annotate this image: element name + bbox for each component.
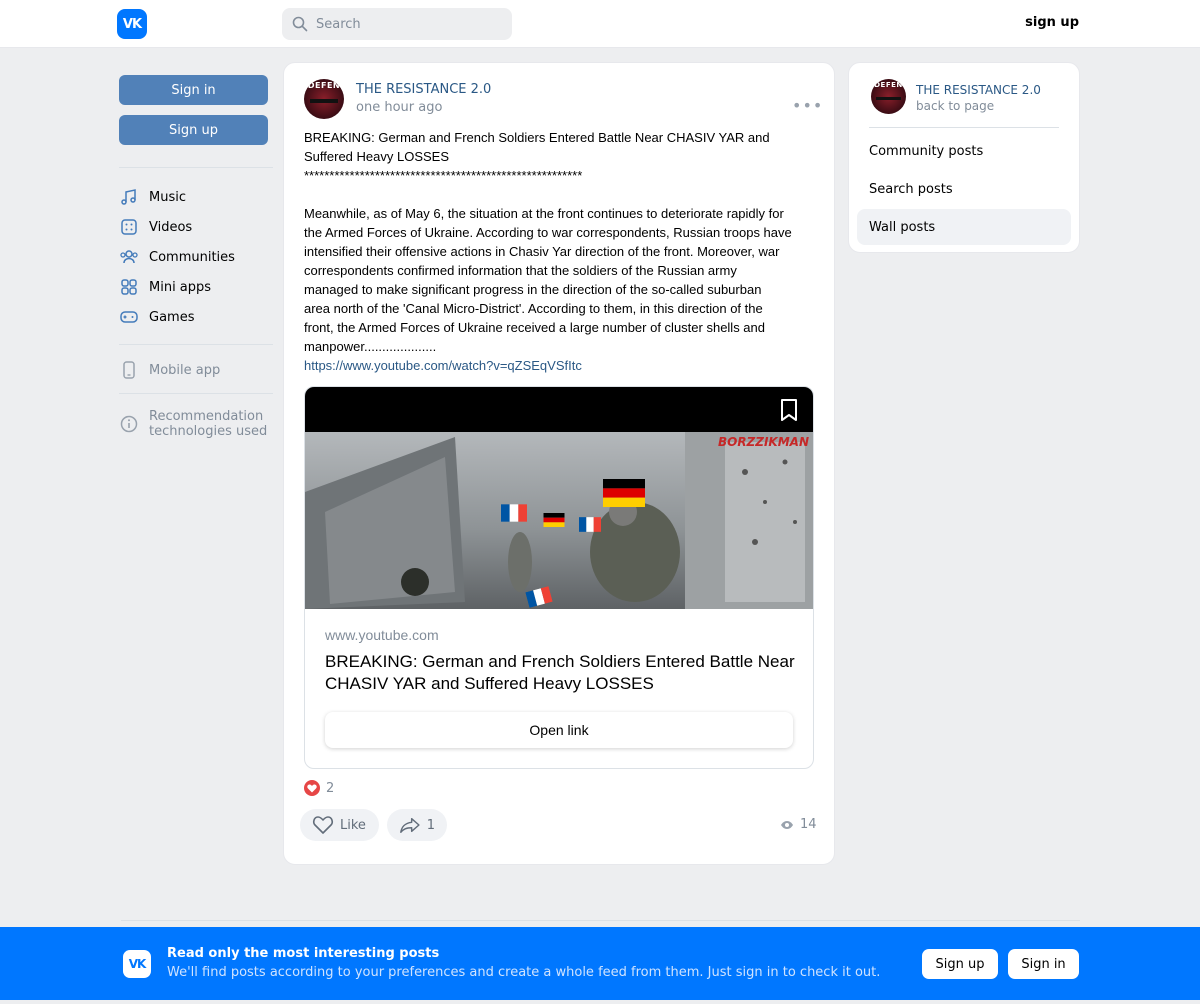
community-avatar[interactable]: DEFEN [304, 79, 344, 119]
link-card[interactable]: BORZZIKMAN www.youtube.com BREAKING: Ger… [304, 386, 814, 769]
sidebar-item-label: Music [149, 189, 186, 205]
french-flag-icon [579, 517, 601, 532]
banner-signin-button[interactable]: Sign in [1008, 949, 1079, 979]
post-text: BREAKING: German and French Soldiers Ent… [304, 130, 792, 354]
sidebar-item-music[interactable]: Music [119, 185, 186, 209]
post-link[interactable]: https://www.youtube.com/watch?v=qZSEqVSf… [304, 356, 582, 375]
open-link-button[interactable]: Open link [325, 712, 793, 748]
phone-icon [119, 360, 139, 380]
community-name[interactable]: THE RESISTANCE 2.0 [916, 83, 1041, 97]
back-to-page-link[interactable]: back to page [916, 99, 994, 113]
search-icon [292, 16, 308, 32]
footer-divider [121, 920, 1080, 921]
share-count: 1 [426, 817, 435, 833]
link-preview-image[interactable]: BORZZIKMAN [305, 387, 813, 609]
mini-apps-icon [119, 277, 139, 297]
recommendation-line2: technologies used [149, 424, 268, 439]
sidebar-item-label: Mini apps [149, 279, 212, 295]
vk-logo-text: VK [122, 16, 142, 32]
sidebar-item-label: Videos [149, 219, 193, 235]
sidebar-divider [119, 344, 273, 345]
german-flag-icon [543, 513, 565, 527]
info-icon [119, 414, 139, 434]
sidebar-item-mini-apps[interactable]: Mini apps [119, 275, 211, 299]
bookmark-icon[interactable] [777, 397, 801, 423]
like-button[interactable]: Like [300, 809, 379, 841]
banner-title: Read only the most interesting posts [167, 946, 440, 961]
recommendation-line1: Recommendation [149, 409, 264, 424]
search-input[interactable] [316, 16, 496, 32]
videos-icon [119, 217, 139, 237]
sidebar-item-videos[interactable]: Videos [119, 215, 192, 239]
preview-watermark: BORZZIKMAN [717, 435, 809, 449]
share-icon [400, 817, 420, 833]
banner-signup-button[interactable]: Sign up [922, 949, 998, 979]
community-avatar-small[interactable]: DEFEN [871, 79, 906, 114]
community-posts-link[interactable]: Community posts [857, 133, 1071, 169]
link-title[interactable]: BREAKING: German and French Soldiers Ent… [325, 651, 795, 695]
reactions-count: 2 [326, 780, 335, 796]
eye-icon [781, 820, 793, 829]
like-label: Like [340, 817, 366, 833]
more-options-icon[interactable]: ••• [792, 96, 823, 115]
avatar-graphic [310, 99, 338, 103]
sidebar-item-communities[interactable]: Communities [119, 245, 235, 269]
search-posts-link[interactable]: Search posts [857, 171, 1071, 207]
banner-subtitle: We'll find posts according to your prefe… [167, 965, 881, 980]
community-nav-divider [869, 127, 1059, 128]
sidebar-item-label: Recommendation technologies used [149, 409, 267, 439]
avatar-text: DEFEN [874, 81, 903, 89]
link-domain: www.youtube.com [325, 627, 439, 643]
wall-posts-link[interactable]: Wall posts [857, 209, 1071, 245]
sidebar-item-mobile-app[interactable]: Mobile app [119, 358, 220, 382]
views-count: 14 [800, 817, 817, 832]
vk-logo[interactable]: VK [117, 9, 147, 39]
french-flag-icon [501, 504, 527, 522]
avatar-text: DEFEN [307, 81, 341, 90]
signup-button[interactable]: Sign up [119, 115, 268, 145]
reactions-summary[interactable]: 2 [304, 780, 334, 796]
sidebar-item-label: Communities [149, 249, 235, 265]
sidebar-item-label: Mobile app [149, 362, 221, 378]
communities-icon [119, 247, 139, 267]
sidebar-item-recommendation[interactable]: Recommendation technologies used [119, 409, 267, 441]
sidebar-divider [119, 393, 273, 394]
share-button[interactable]: 1 [387, 809, 447, 841]
top-bar: VK sign up [0, 0, 1200, 48]
post-author[interactable]: THE RESISTANCE 2.0 [356, 82, 491, 97]
vk-logo-text: VK [128, 957, 147, 971]
signup-link[interactable]: sign up [1025, 15, 1079, 30]
signin-banner: VK Read only the most interesting posts … [0, 927, 1200, 1000]
sidebar-divider [119, 167, 273, 168]
post-time[interactable]: one hour ago [356, 100, 442, 115]
music-icon [119, 187, 139, 207]
heart-reaction-icon [304, 780, 320, 796]
search-box[interactable] [282, 8, 512, 40]
sidebar-item-label: Games [149, 309, 195, 325]
heart-outline-icon [312, 816, 334, 834]
signin-button[interactable]: Sign in [119, 75, 268, 105]
german-flag-icon [603, 479, 645, 507]
games-icon [119, 307, 139, 327]
views-counter: 14 [780, 817, 817, 832]
vk-logo: VK [123, 950, 151, 978]
avatar-graphic [876, 97, 901, 100]
sidebar-item-games[interactable]: Games [119, 305, 194, 329]
